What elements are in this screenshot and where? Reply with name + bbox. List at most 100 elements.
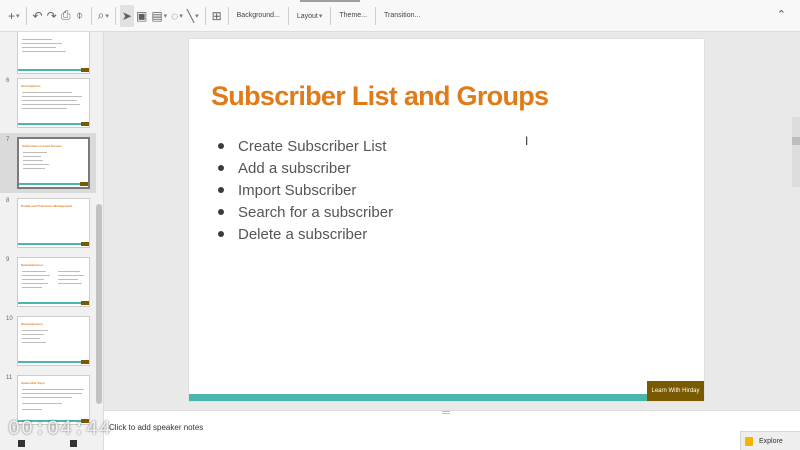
slide-footer-bar <box>189 394 647 401</box>
bullet-item[interactable]: Create Subscriber List <box>218 135 393 157</box>
text-box-icon[interactable]: ▣ <box>134 5 149 27</box>
thumb-footer <box>19 183 88 185</box>
slide-thumbnail[interactable] <box>17 32 90 74</box>
thumb-line <box>23 160 43 161</box>
image-icon[interactable]: ▤ ▾ <box>149 5 169 27</box>
redo-icon[interactable]: ↷ <box>45 5 59 27</box>
filmstrip-slide-10[interactable]: 10 Data Extension <box>0 314 96 370</box>
thumb-badge <box>81 360 89 364</box>
thumb-line <box>58 279 78 280</box>
speaker-notes[interactable]: Click to add speaker notes Explore <box>104 410 800 450</box>
explore-button[interactable]: Explore <box>740 431 800 450</box>
transition-button[interactable]: Transition... <box>380 12 424 19</box>
thumb-footer <box>18 302 89 304</box>
slide-number: 11 <box>6 375 13 381</box>
slide-number: 9 <box>6 257 10 263</box>
theme-button[interactable]: Theme... <box>335 12 371 19</box>
grid-view-icon[interactable] <box>70 440 77 447</box>
filmstrip-scrollbar[interactable] <box>96 204 102 404</box>
filmstrip-slide-7[interactable]: 7 Subscriber List and Groups <box>0 133 96 193</box>
thumb-line <box>22 104 80 105</box>
layout-button[interactable]: Layout▾ <box>293 12 327 20</box>
layout-label: Layout <box>296 12 318 20</box>
video-timestamp: 00:04:44 <box>8 418 113 441</box>
bullet-text: Delete a subscriber <box>238 225 368 243</box>
slide-number: 8 <box>6 198 10 204</box>
filmstrip-slide-partial[interactable] <box>0 32 96 74</box>
toolbar-divider <box>204 6 206 25</box>
thumb-line <box>58 271 80 272</box>
thumb-line <box>22 403 62 404</box>
slide-thumbnail[interactable]: Data Extension <box>17 257 90 307</box>
thumb-title: Subscriber List and Groups <box>22 144 62 148</box>
thumb-badge <box>81 242 89 246</box>
toolbar: + ▾ ↶ ↷ ⎙ ⌽ ⌕ ▾ ➤ ▣ ▤ ▾ ◌ ▾ ╲ ▾ ⊞ Background.… <box>0 0 800 32</box>
thumb-line <box>58 283 82 284</box>
paint-format-icon[interactable]: ⌽ <box>73 5 87 27</box>
insert-comment-icon[interactable]: ⊞ <box>210 5 224 27</box>
thumb-line <box>22 397 72 398</box>
print-icon[interactable]: ⎙ <box>59 5 73 27</box>
bullet-item[interactable]: Import Subscriber <box>218 179 393 201</box>
select-cursor-icon[interactable]: ➤ <box>119 4 134 27</box>
bullet-item[interactable]: Search for a subscriber <box>218 201 393 223</box>
filmstrip[interactable]: 6 Send Options 7 Subscriber List and Gro… <box>0 32 104 450</box>
thumb-line <box>22 342 46 343</box>
shape-icon[interactable]: ◌ ▾ <box>169 5 185 27</box>
thumb-footer <box>18 243 89 245</box>
thumb-line <box>22 275 50 276</box>
filmstrip-slide-6[interactable]: 6 Send Options <box>0 76 96 132</box>
bullet-list[interactable]: Create Subscriber List Add a subscriber … <box>218 135 393 245</box>
slides-editor: + ▾ ↶ ↷ ⎙ ⌽ ⌕ ▾ ➤ ▣ ▤ ▾ ◌ ▾ ╲ ▾ ⊞ Background.… <box>0 0 800 450</box>
thumb-line <box>22 283 48 284</box>
side-panel-edge[interactable] <box>792 117 800 187</box>
toolbar-divider <box>227 6 229 25</box>
thumb-line <box>22 389 84 390</box>
notes-resize-handle[interactable] <box>442 411 450 414</box>
slide-canvas: Subscriber List and Groups Create Subscr… <box>104 32 800 410</box>
speaker-notes-placeholder[interactable]: Click to add speaker notes <box>109 423 203 432</box>
thumb-line <box>22 39 52 40</box>
bullet-item[interactable]: Add a subscriber <box>218 157 393 179</box>
bullet-text: Search for a subscriber <box>238 203 394 221</box>
thumb-line <box>22 338 40 339</box>
filmstrip-slide-9[interactable]: 9 Data Extension <box>0 255 96 311</box>
slide-thumbnail[interactable]: Data Extension <box>17 316 90 366</box>
thumb-line <box>22 43 62 44</box>
side-panel-handle-icon[interactable] <box>792 137 800 145</box>
slide-title[interactable]: Subscriber List and Groups <box>211 81 549 112</box>
slide-number: 7 <box>6 137 10 143</box>
explore-label: Explore <box>759 437 783 445</box>
brand-badge: Learn With Hirday <box>647 381 704 401</box>
undo-icon[interactable]: ↶ <box>31 5 45 27</box>
thumb-badge <box>81 68 89 72</box>
bullet-text: Add a subscriber <box>238 159 351 177</box>
slide-thumbnail[interactable]: Subscriber List and Groups <box>17 137 90 189</box>
thumb-title: Subscriber Keys <box>21 381 45 385</box>
slide-thumbnail[interactable]: Profile and Preference Management <box>17 198 90 248</box>
zoom-icon[interactable]: ⌕ ▾ <box>96 5 111 27</box>
new-slide-button[interactable]: + ▾ <box>6 5 22 27</box>
line-icon[interactable]: ╲ ▾ <box>185 5 201 27</box>
bullet-dot <box>218 165 224 171</box>
toolbar-divider <box>375 6 377 25</box>
thumb-line <box>22 47 56 48</box>
thumb-badge <box>81 122 89 126</box>
thumb-line <box>22 100 77 101</box>
thumb-footer <box>18 361 89 363</box>
slide[interactable]: Subscriber List and Groups Create Subscr… <box>189 39 704 401</box>
filmstrip-slide-8[interactable]: 8 Profile and Preference Management <box>0 196 96 252</box>
thumb-title: Data Extension <box>21 322 43 326</box>
chevron-down-icon: ▾ <box>318 12 323 20</box>
bullet-item[interactable]: Delete a subscriber <box>218 223 393 245</box>
thumb-footer <box>18 123 89 125</box>
filmstrip-view-icon[interactable] <box>18 440 25 447</box>
thumb-footer <box>18 69 89 71</box>
collapse-toolbar-icon[interactable]: ⌃ <box>777 8 786 21</box>
top-strip <box>300 0 360 2</box>
bullet-text: Create Subscriber List <box>238 137 387 155</box>
slide-thumbnail[interactable]: Send Options <box>17 78 90 128</box>
slide-number: 10 <box>6 316 13 322</box>
thumb-line <box>22 334 44 335</box>
background-button[interactable]: Background... <box>233 12 284 19</box>
